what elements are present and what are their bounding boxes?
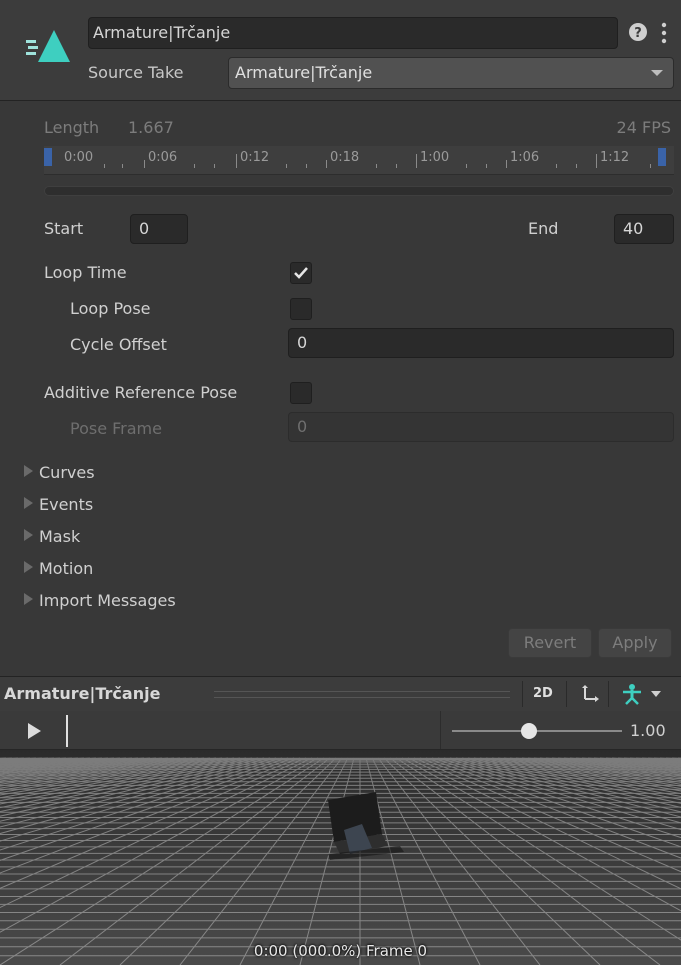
ruler-tick [306, 164, 307, 168]
divider [440, 711, 441, 749]
timeline-scrollbar[interactable] [44, 186, 674, 196]
pose-frame-field: 0 [288, 412, 674, 442]
preview-toolbar: Armature|Trčanje 2D [0, 676, 681, 712]
cycle-offset-field[interactable]: 0 [288, 328, 674, 358]
ruler-tick [596, 154, 597, 168]
help-icon[interactable]: ? [628, 22, 648, 42]
ruler-label: 0:06 [148, 150, 178, 165]
events-foldout[interactable]: Events [24, 492, 93, 518]
foldout-label: Mask [39, 527, 81, 546]
ruler-tick [650, 164, 651, 168]
ruler-tick [396, 164, 397, 168]
ruler-label: 1:06 [510, 150, 540, 165]
check-icon [294, 267, 308, 279]
ruler-label: 1:00 [420, 150, 450, 165]
curves-foldout[interactable]: Curves [24, 460, 95, 486]
ruler-tick [104, 164, 105, 168]
speed-slider-thumb[interactable] [520, 723, 537, 739]
pivot-toggle-button[interactable] [566, 681, 609, 707]
source-take-dropdown[interactable]: Armature|Trčanje [228, 57, 674, 89]
triangle-right-icon [24, 465, 33, 477]
pivot-icon [582, 685, 599, 702]
ruler-label: 0:12 [240, 150, 270, 165]
svg-text:?: ? [634, 26, 642, 41]
humanoid-avatar-icon [623, 684, 641, 705]
fps-label: 24 FPS [616, 118, 671, 137]
foldout-label: Motion [39, 559, 94, 578]
ruler-tick [416, 154, 417, 168]
loop-pose-label: Loop Pose [70, 299, 151, 318]
preview-playback-bar: 1.00 [0, 711, 681, 750]
triangle-right-icon [24, 529, 33, 541]
cycle-offset-label: Cycle Offset [70, 335, 167, 354]
ruler-tick [286, 164, 287, 168]
title-divider [214, 691, 510, 698]
mask-foldout[interactable]: Mask [24, 524, 80, 550]
loop-time-label: Loop Time [44, 263, 127, 282]
frame-info-label: 0:00 (000.0%) Frame 0 [253, 942, 428, 960]
ruler-tick [576, 164, 577, 168]
ruler-tick [466, 164, 467, 168]
additive-reference-pose-checkbox[interactable] [290, 382, 312, 404]
import-messages-foldout[interactable]: Import Messages [24, 588, 176, 614]
2d-label: 2D [533, 686, 553, 701]
ruler-tick [326, 160, 327, 168]
speed-slider-track[interactable] [452, 730, 622, 732]
ruler-tick [236, 154, 237, 168]
ruler-tick [376, 164, 377, 168]
playhead[interactable] [66, 715, 68, 747]
2d-toggle-button[interactable]: 2D [522, 681, 567, 707]
source-take-label: Source Take [88, 63, 184, 82]
speed-value: 1.00 [630, 721, 666, 740]
preview-title: Armature|Trčanje [4, 684, 161, 703]
ruler-label: 0:18 [330, 150, 360, 165]
ruler-tick [556, 164, 557, 168]
ruler-tick [214, 164, 215, 168]
play-icon[interactable] [28, 723, 41, 739]
triangle-right-icon [24, 497, 33, 509]
revert-button[interactable]: Revert [508, 628, 592, 658]
triangle-right-icon [24, 561, 33, 573]
start-label: Start [44, 219, 84, 238]
start-field[interactable]: 0 [130, 214, 188, 244]
foldout-label: Import Messages [39, 591, 176, 610]
avatar-preview-dropdown[interactable] [608, 681, 679, 707]
ruler-label: 0:00 [64, 150, 94, 165]
triangle-right-icon [24, 593, 33, 605]
clip-header: Armature|Trčanje ? Source Take Armature|… [0, 0, 681, 101]
length-value: 1.667 [128, 118, 174, 137]
foldout-label: Curves [39, 463, 95, 482]
loop-pose-checkbox[interactable] [290, 298, 312, 320]
animation-clip-icon [26, 30, 70, 62]
ruler-tick [194, 164, 195, 168]
ruler-tick [122, 164, 123, 168]
loop-time-checkbox[interactable] [290, 262, 312, 284]
chevron-down-icon [651, 691, 661, 697]
ruler-tick [506, 160, 507, 168]
ruler-label: 1:12 [600, 150, 630, 165]
end-marker-handle[interactable] [658, 148, 666, 166]
preview-viewport[interactable] [0, 750, 681, 965]
end-field[interactable]: 40 [614, 214, 674, 244]
end-label: End [528, 219, 559, 238]
grid-floor [0, 750, 681, 965]
ruler-tick [144, 160, 145, 168]
length-label: Length [44, 118, 100, 137]
chevron-down-icon [651, 70, 663, 76]
apply-button[interactable]: Apply [598, 628, 672, 658]
timeline-ruler[interactable]: 0:00 0:06 0:12 0:18 1:00 1:06 1:12 [44, 146, 674, 175]
ruler-tick [486, 164, 487, 168]
additive-reference-pose-label: Additive Reference Pose [44, 383, 238, 402]
foldout-label: Events [39, 495, 94, 514]
source-take-value: Armature|Trčanje [235, 63, 373, 82]
motion-foldout[interactable]: Motion [24, 556, 93, 582]
pose-frame-label: Pose Frame [70, 419, 162, 438]
clip-name-field[interactable]: Armature|Trčanje [88, 17, 618, 49]
start-marker-handle[interactable] [44, 148, 52, 166]
more-options-icon[interactable] [660, 20, 668, 46]
